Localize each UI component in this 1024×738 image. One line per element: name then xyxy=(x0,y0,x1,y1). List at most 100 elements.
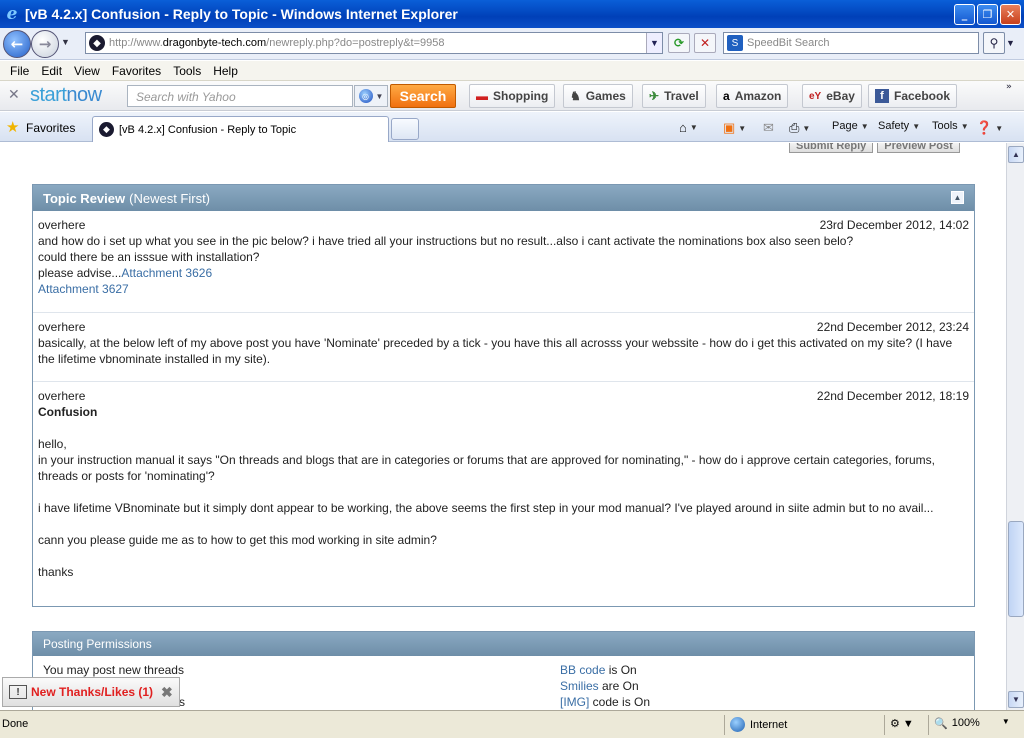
mail-icon: ✉ xyxy=(763,120,774,135)
favorites-star-icon[interactable]: ★ xyxy=(6,118,19,136)
menu-help[interactable]: Help xyxy=(213,64,238,78)
search-go-button[interactable]: ⚲ xyxy=(983,32,1005,54)
help-button[interactable]: ❓ ▼ xyxy=(976,120,1003,136)
scroll-up-button[interactable]: ▲ xyxy=(1008,146,1024,163)
post-author: overhere xyxy=(38,218,86,232)
travel-button[interactable]: ✈ Travel xyxy=(642,84,706,108)
attachment-link[interactable]: Attachment 3626 xyxy=(121,266,212,280)
url-path: /newreply.php?do=postreply&t=9958 xyxy=(266,37,445,49)
safety-menu[interactable]: Safety ▼ xyxy=(878,120,920,132)
tab-title: [vB 4.2.x] Confusion - Reply to Topic xyxy=(119,123,297,136)
ebay-button[interactable]: eY eBay xyxy=(802,84,862,108)
submit-reply-button[interactable]: Submit Reply xyxy=(789,143,874,153)
address-toolbar: ← → ▼ ◆ http://www.dragonbyte-tech.com/n… xyxy=(0,28,1024,60)
post-text: i have lifetime VBnominate but it simply… xyxy=(38,501,934,515)
address-url[interactable]: http://www.dragonbyte-tech.com/newreply.… xyxy=(109,37,646,49)
preview-post-button[interactable]: Preview Post xyxy=(877,143,960,153)
post-title: Confusion xyxy=(38,405,98,419)
close-button[interactable]: ✕ xyxy=(1000,3,1021,25)
startnow-logo: startnow xyxy=(30,84,102,107)
posting-permissions-title: Posting Permissions xyxy=(33,632,974,656)
speedbit-search-input[interactable]: S SpeedBit Search xyxy=(723,32,979,54)
notification-label[interactable]: New Thanks/Likes (1) xyxy=(31,685,153,699)
search-engine-selector[interactable]: ◎ ▼ xyxy=(354,85,388,107)
menu-view[interactable]: View xyxy=(74,64,100,78)
security-zone[interactable]: Internet xyxy=(730,717,787,732)
review-post: overhere 23rd December 2012, 14:02 and ho… xyxy=(33,211,974,313)
facebook-button[interactable]: f Facebook xyxy=(868,84,958,108)
permission-status: are On xyxy=(598,679,639,693)
scroll-down-button[interactable]: ▼ xyxy=(1008,691,1024,708)
shopping-button[interactable]: ▬ Shopping xyxy=(469,84,556,108)
search-engine-icon: ◎ xyxy=(358,89,373,103)
menu-favorites[interactable]: Favorites xyxy=(112,64,161,78)
status-bar: Done Internet ⚙ ▼ 🔍 100% ▼ xyxy=(0,710,1024,738)
refresh-button[interactable]: ⟳ xyxy=(668,33,690,53)
close-toolbar-icon[interactable]: ✕ xyxy=(8,87,20,103)
forward-button[interactable]: → xyxy=(31,30,59,58)
chevron-down-icon: ▼ xyxy=(375,91,384,101)
safety-menu-label: Safety xyxy=(878,120,910,132)
yahoo-search-input[interactable]: Search with Yahoo xyxy=(127,85,353,107)
address-bar[interactable]: ◆ http://www.dragonbyte-tech.com/newrepl… xyxy=(85,32,663,54)
scroll-thumb[interactable] xyxy=(1008,521,1024,617)
close-notification-icon[interactable]: ✖ xyxy=(161,684,173,701)
bbcode-link[interactable]: BB code xyxy=(560,663,605,677)
magnifier-icon: 🔍 xyxy=(934,718,948,730)
menu-bar: File Edit View Favorites Tools Help xyxy=(0,61,1024,81)
toolbar-overflow-icon[interactable]: » xyxy=(1006,82,1012,92)
yahoo-search-button[interactable]: Search xyxy=(390,84,456,108)
status-text: Done xyxy=(2,718,29,730)
ie-logo-icon: e xyxy=(6,4,18,24)
img-code-link[interactable]: [IMG] xyxy=(560,695,589,709)
minimize-button[interactable]: _ xyxy=(954,3,975,25)
topic-review-panel: Topic Review (Newest First) ▲ overhere 23… xyxy=(32,184,975,607)
tab-current-page[interactable]: ◆ [vB 4.2.x] Confusion - Reply to Topic xyxy=(92,116,389,142)
stop-button[interactable]: ✕ xyxy=(694,33,716,53)
zone-label: Internet xyxy=(750,718,788,731)
post-author: overhere xyxy=(38,389,86,403)
menu-file[interactable]: File xyxy=(10,64,29,78)
topic-review-subtitle: (Newest First) xyxy=(129,190,211,206)
history-dropdown-icon[interactable]: ▼ xyxy=(61,37,70,47)
startnow-toolbar: ✕ startnow Search with Yahoo ◎ ▼ Search ▬… xyxy=(0,81,1024,111)
post-text: cann you please guide me as to how to ge… xyxy=(38,533,437,547)
print-button[interactable]: ⎙ ▼ xyxy=(789,120,810,136)
home-icon: ⌂ xyxy=(679,120,687,135)
post-text: please advise... xyxy=(38,266,122,280)
post-text: thanks xyxy=(38,565,74,579)
search-options-dropdown-icon[interactable]: ▼ xyxy=(1006,38,1015,48)
favorites-button[interactable]: Favorites xyxy=(26,121,75,135)
games-button[interactable]: ♞ Games xyxy=(563,84,633,108)
read-mail-button[interactable]: ✉ xyxy=(763,120,774,136)
permission-status: is On xyxy=(605,663,637,677)
post-text: basically, at the below left of my above… xyxy=(38,336,953,366)
games-label: Games xyxy=(585,89,626,103)
facebook-label: Facebook xyxy=(894,89,951,103)
permission-item: You may post new threads xyxy=(43,663,184,677)
tools-menu[interactable]: Tools ▼ xyxy=(932,120,969,132)
smilies-link[interactable]: Smilies xyxy=(560,679,599,693)
vertical-scrollbar[interactable]: ▲ ▼ xyxy=(1006,143,1024,710)
logo-part-now: now xyxy=(66,84,102,106)
post-text: could there be an isssue with installati… xyxy=(38,250,260,264)
menu-edit[interactable]: Edit xyxy=(41,64,62,78)
address-dropdown-icon[interactable]: ▼ xyxy=(646,33,662,53)
zoom-control[interactable]: 🔍 100% ▼ xyxy=(934,717,1010,730)
attachment-link[interactable]: Attachment 3627 xyxy=(38,281,969,297)
feeds-button[interactable]: ▣ ▼ xyxy=(723,120,746,136)
chevron-down-icon: ▼ xyxy=(689,123,698,132)
page-menu[interactable]: Page ▼ xyxy=(832,120,869,132)
amazon-button[interactable]: a Amazon xyxy=(716,84,789,108)
menu-tools[interactable]: Tools xyxy=(173,64,201,78)
home-button[interactable]: ⌂ ▼ xyxy=(679,120,698,135)
shopping-label: Shopping xyxy=(493,89,549,103)
zoom-level: 100% xyxy=(951,717,980,729)
protected-mode-icon[interactable]: ⚙ ▼ xyxy=(890,717,914,730)
collapse-icon[interactable]: ▲ xyxy=(951,191,964,204)
new-tab-button[interactable] xyxy=(391,118,419,140)
tab-favicon-icon: ◆ xyxy=(99,122,114,137)
maximize-button[interactable]: ❐ xyxy=(977,3,998,25)
thanks-likes-notification[interactable]: ! New Thanks/Likes (1) ✖ xyxy=(2,677,180,707)
back-button[interactable]: ← xyxy=(3,30,31,58)
